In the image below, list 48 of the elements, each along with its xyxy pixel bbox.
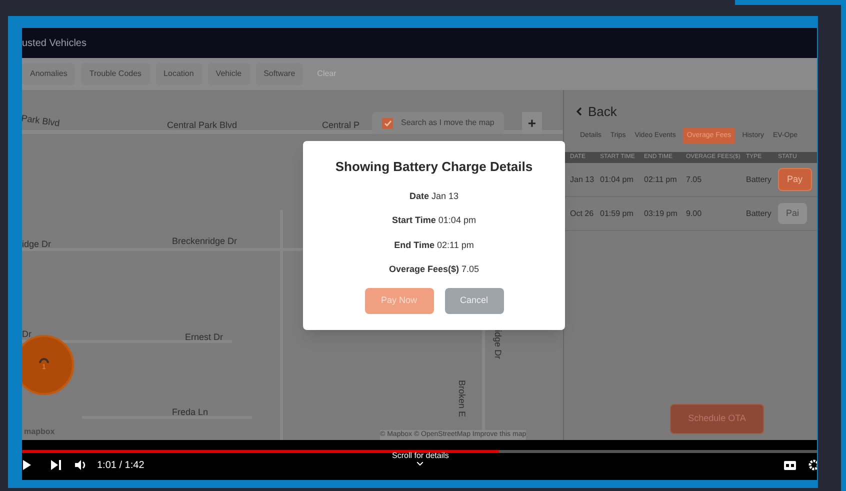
street-label: Central Park Blvd <box>167 121 238 130</box>
checkbox[interactable] <box>382 118 393 128</box>
chevron-left-icon <box>576 107 582 116</box>
table-cell: Jan 13 <box>570 174 594 186</box>
table-cell: Battery <box>746 208 772 220</box>
volume-icon[interactable] <box>75 460 87 470</box>
table-cell: 01:59 pm <box>600 208 634 220</box>
status-button[interactable]: Pai <box>778 202 808 224</box>
play-icon[interactable] <box>23 460 31 470</box>
status-button[interactable]: Pay <box>778 168 812 192</box>
table-cell: 9.00 <box>686 208 702 220</box>
filter-button[interactable]: Location <box>156 63 202 85</box>
pay-now-button[interactable]: Pay Now <box>364 288 434 314</box>
street-label: Broken E <box>457 380 466 418</box>
detail-line: Overage Fees($) 7.05 <box>388 263 480 276</box>
table-cell: 01:04 pm <box>600 174 634 186</box>
street-label: Breckenridge Dr <box>172 237 238 246</box>
filter-button[interactable]: Software <box>256 63 304 85</box>
skip-next-icon[interactable] <box>51 460 61 470</box>
filter-button[interactable]: Trouble Codes <box>81 63 150 85</box>
chevron-down-icon <box>417 462 424 466</box>
cancel-button[interactable]: Cancel <box>444 288 504 314</box>
progress-track[interactable] <box>22 450 817 453</box>
street-label: idge Dr <box>493 330 502 360</box>
table-cell: 02:11 pm <box>644 174 677 186</box>
detail-line: Start Time 01:04 pm <box>392 214 476 227</box>
filter-button[interactable]: Anomalies <box>22 63 76 85</box>
street-label: Park Blvd <box>22 114 60 128</box>
search-toggle[interactable]: Search as I move the map <box>372 112 504 134</box>
table-cell: Oct 26 <box>570 208 594 220</box>
filter-button[interactable]: Vehicle <box>208 63 250 85</box>
back-link[interactable]: Back <box>576 102 617 122</box>
street-label: idge Dr <box>22 240 52 249</box>
captions-icon[interactable] <box>784 460 796 470</box>
table-cell: 7.05 <box>686 174 702 186</box>
street-label: Ernest Dr <box>185 333 224 342</box>
dialog-title: Showing Battery Charge Details <box>335 158 533 176</box>
scroll-hint: Scroll for details <box>392 450 449 462</box>
table-cell: Battery <box>746 174 772 186</box>
app-title: usted Vehicles <box>22 36 86 50</box>
playback-time: 1:01 / 1:42 <box>97 458 144 472</box>
gauge-icon <box>39 356 49 363</box>
table-cell: 03:19 pm <box>644 208 678 220</box>
detail-line: Date Jan 13 <box>409 190 459 202</box>
street-label: Central P <box>322 121 360 130</box>
detail-line: End Time 02:11 pm <box>394 238 474 252</box>
search-toggle-label: Search as I move the map <box>401 117 494 129</box>
street-label: Freda Ln <box>172 408 208 417</box>
